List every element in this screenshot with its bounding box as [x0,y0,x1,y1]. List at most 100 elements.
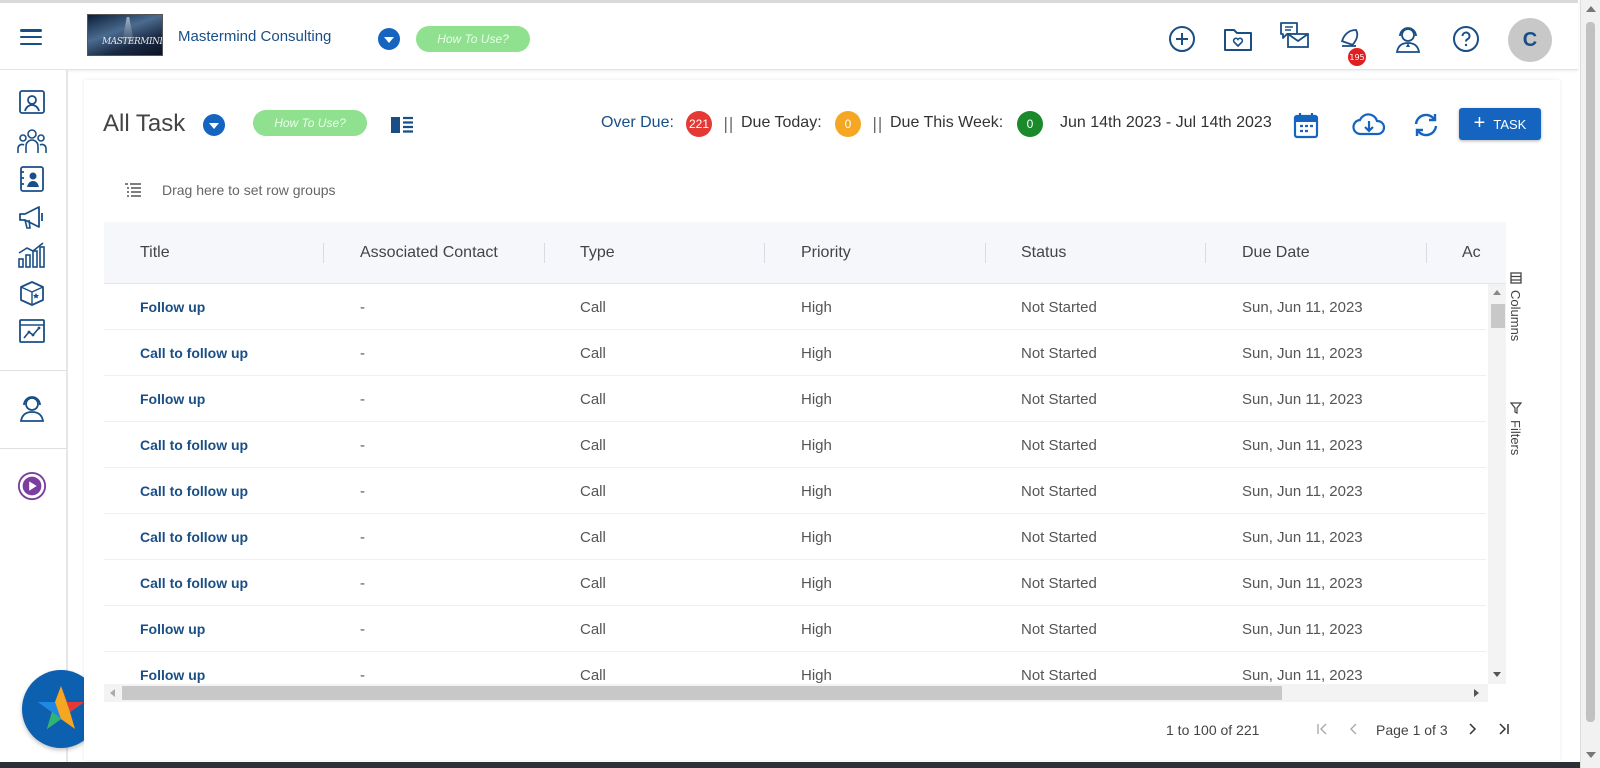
cell-type: Call [580,666,606,684]
chat-mail-icon[interactable] [1278,19,1310,51]
menu-icon[interactable] [20,29,42,45]
notification-badge: 195 [1348,48,1366,66]
how-to-use-button[interactable]: How To Use? [253,110,367,136]
view-toggle-icon[interactable] [391,116,413,134]
overdue-count-badge[interactable]: 221 [686,111,712,137]
cell-contact: - [360,666,365,684]
team-icon[interactable] [17,126,47,156]
cell-status: Not Started [1021,528,1097,546]
cell-due-date: Sun, Jun 11, 2023 [1242,620,1363,638]
cell-contact: - [360,390,365,408]
cell-title[interactable]: Call to follow up [140,468,248,514]
due-today-count-badge[interactable]: 0 [835,111,861,137]
cell-title[interactable]: Follow up [140,284,205,330]
cell-contact: - [360,482,365,500]
table-row[interactable]: Call to follow up - Call High Not Started Sun… [104,330,1486,376]
cell-status: Not Started [1021,574,1097,592]
play-circle-icon[interactable] [17,471,47,501]
title-dropdown-icon[interactable] [203,114,225,136]
cell-status: Not Started [1021,390,1097,408]
table-row[interactable]: Follow up - Call High Not Started Sun, Jun 11… [104,606,1486,652]
cell-status: Not Started [1021,482,1097,500]
cell-priority: High [801,620,832,638]
column-header-priority[interactable]: Priority [801,222,851,284]
last-page-icon[interactable] [1494,718,1514,740]
row-group-dropzone[interactable]: Drag here to set row groups [124,178,336,202]
cell-contact: - [360,344,365,362]
next-page-icon[interactable] [1462,718,1482,740]
cell-title[interactable]: Follow up [140,606,205,652]
add-circle-icon[interactable] [1166,23,1198,55]
cell-title[interactable]: Follow up [140,376,205,422]
cell-contact: - [360,298,365,316]
first-page-icon[interactable] [1312,718,1332,740]
column-header-title[interactable]: Title [140,222,170,284]
cell-title[interactable]: Call to follow up [140,330,248,376]
cell-type: Call [580,436,606,454]
cell-title[interactable]: Call to follow up [140,560,248,606]
cell-due-date: Sun, Jun 11, 2023 [1242,666,1363,684]
grid-vertical-scrollbar[interactable] [1488,284,1506,684]
cloud-download-icon[interactable] [1351,110,1387,140]
table-row[interactable]: Follow up - Call High Not Started Sun, Jun 11… [104,652,1486,684]
table-row[interactable]: Call to follow up - Call High Not Started Sun… [104,560,1486,606]
calendar-icon[interactable] [1291,110,1321,140]
separator: || [872,114,883,133]
bar-chart-icon[interactable] [17,240,47,270]
window-scrollbar[interactable] [1580,0,1600,768]
contacts-icon[interactable] [17,88,47,118]
cell-priority: High [801,344,832,362]
support-agent-icon[interactable] [17,393,47,423]
heart-folder-icon[interactable] [1222,23,1254,55]
company-logo[interactable]: MASTERMIND [87,14,163,56]
cell-type: Call [580,528,606,546]
cell-priority: High [801,482,832,500]
cell-title[interactable]: Follow up [140,652,205,684]
cell-due-date: Sun, Jun 11, 2023 [1242,298,1363,316]
task-grid: Title Associated Contact Type Priority S… [104,222,1506,702]
column-header-due-date[interactable]: Due Date [1242,222,1310,284]
cell-title[interactable]: Call to follow up [140,514,248,560]
help-icon[interactable] [1450,23,1482,55]
column-header-contact[interactable]: Associated Contact [360,222,498,284]
table-row[interactable]: Follow up - Call High Not Started Sun, Jun 11… [104,376,1486,422]
refresh-icon[interactable] [1411,110,1441,140]
cell-due-date: Sun, Jun 11, 2023 [1242,436,1363,454]
grid-body: Follow up - Call High Not Started Sun, Jun 11… [104,284,1486,684]
due-today-label: Due Today: [741,114,822,131]
megaphone-icon[interactable] [17,202,47,232]
grid-horizontal-scrollbar[interactable] [104,684,1488,702]
previous-page-icon[interactable] [1344,718,1364,740]
cell-title[interactable]: Call to follow up [140,422,248,468]
analytics-icon[interactable] [17,316,47,346]
column-header-type[interactable]: Type [580,222,615,284]
table-row[interactable]: Follow up - Call High Not Started Sun, Jun 11… [104,284,1486,330]
cell-contact: - [360,574,365,592]
cell-contact: - [360,620,365,638]
separator: || [723,114,734,133]
how-to-use-button[interactable]: How To Use? [416,26,530,52]
column-header-status[interactable]: Status [1021,222,1066,284]
company-name[interactable]: Mastermind Consulting [178,28,331,45]
support-agent-icon[interactable] [1392,23,1424,55]
company-dropdown-icon[interactable] [378,28,400,50]
date-range: Jun 14th 2023 - Jul 14th 2023 [1060,114,1272,131]
box-star-icon[interactable] [17,278,47,308]
sidebar-divider [0,370,66,371]
cell-due-date: Sun, Jun 11, 2023 [1242,344,1363,362]
table-row[interactable]: Call to follow up - Call High Not Started Sun… [104,514,1486,560]
table-row[interactable]: Call to follow up - Call High Not Started Sun… [104,422,1486,468]
cell-priority: High [801,574,832,592]
cell-status: Not Started [1021,666,1097,684]
table-row[interactable]: Call to follow up - Call High Not Started Sun… [104,468,1486,514]
column-header-actions[interactable]: Ac [1462,222,1481,284]
user-avatar[interactable]: C [1508,18,1552,62]
contact-card-icon[interactable] [17,164,47,194]
cell-status: Not Started [1021,298,1097,316]
sidebar-divider [0,448,66,449]
filters-side-tab[interactable]: Filters [1508,402,1523,455]
add-task-button[interactable]: + TASK [1459,108,1541,140]
due-week-count-badge[interactable]: 0 [1017,111,1043,137]
filters-tab-label: Filters [1508,420,1523,456]
columns-side-tab[interactable]: Columns [1508,272,1523,341]
